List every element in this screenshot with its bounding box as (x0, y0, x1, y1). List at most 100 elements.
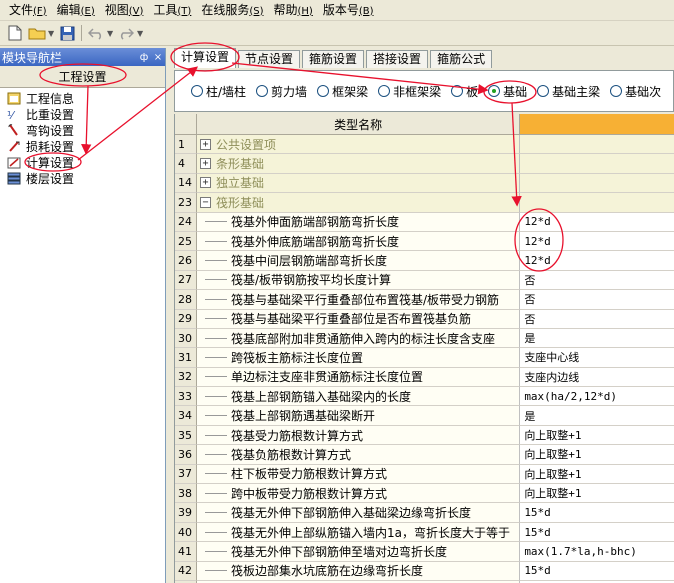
tab[interactable]: 节点设置 (238, 50, 301, 68)
setting-value-cell[interactable]: 支座中心线 (520, 348, 674, 368)
setting-value-cell[interactable]: 否 (520, 270, 674, 291)
setting-value-cell[interactable]: 12*d (520, 251, 674, 271)
close-icon[interactable]: × (151, 52, 165, 63)
tree-line (204, 279, 227, 281)
table-row[interactable]: 23− 筏形基础 (175, 193, 674, 213)
setting-value-cell[interactable]: max(ha/2,12*d) (520, 387, 674, 407)
setting-value-cell[interactable]: 15*d (520, 522, 674, 543)
menu-item[interactable]: 文件(F) (4, 1, 52, 20)
setting-value-cell[interactable]: 15*d (520, 561, 674, 581)
table-row[interactable]: 4 + 条形基础 (175, 154, 674, 174)
table-row[interactable]: 26 筏基中间层钢筋端部弯折长度 12*d (175, 251, 674, 271)
nav-item-weight[interactable]: ⅟ 比重设置 (0, 106, 165, 122)
table-row[interactable]: 25 筏基外伸底筋端部钢筋弯折长度 12*d (175, 231, 674, 252)
setting-value-cell[interactable]: 向上取整+1 (520, 484, 674, 504)
table-row[interactable]: 28 筏基与基础梁平行重叠部位布置筏基/板带受力钢筋 否 (175, 290, 674, 310)
radio-option[interactable]: 柱/墙柱 (191, 83, 246, 100)
tab[interactable]: 箍筋设置 (302, 50, 365, 68)
table-row[interactable]: 40 筏基无外伸上部纵筋锚入墙内1a，弯折长度大于等于 15*d (175, 522, 674, 543)
menu-item[interactable]: 工具(T) (148, 1, 196, 20)
setting-value-cell[interactable]: 15*d (520, 503, 674, 523)
tree-line (204, 318, 227, 320)
pin-icon[interactable]: ф (137, 52, 151, 63)
setting-value-cell[interactable]: 向上取整+1 (520, 445, 674, 465)
radio-option[interactable]: 基础主梁 (537, 83, 600, 100)
nav-item-project-info[interactable]: 工程信息 (0, 90, 165, 106)
tab[interactable]: 搭接设置 (366, 50, 429, 68)
radio-circle-icon[interactable] (191, 85, 203, 97)
menu-item-accelerator: (T) (177, 5, 192, 17)
tab[interactable]: 计算设置 (174, 48, 237, 68)
table-row[interactable]: 41 筏基无外伸下部钢筋伸至墙对边弯折长度 max(1.7*la,h-bhc) (175, 542, 674, 562)
open-folder-icon[interactable] (26, 23, 48, 43)
table-row[interactable]: 34 筏基上部钢筋遇基础梁断开 是 (175, 406, 674, 426)
setting-value-cell[interactable]: 向上取整+1 (520, 464, 674, 485)
radio-circle-icon[interactable] (537, 85, 550, 97)
menu-item[interactable]: 在线服务(S) (196, 1, 268, 20)
setting-value-cell[interactable]: 支座内边线 (520, 367, 674, 388)
table-row[interactable]: 35 筏基受力筋根数计算方式 向上取整+1 (175, 425, 674, 446)
setting-value-cell[interactable]: 是 (520, 328, 674, 349)
table-row[interactable]: 36 筏基负筋根数计算方式 向上取整+1 (175, 445, 674, 465)
setting-name-cell: 柱下板带受力筋根数计算方式 (196, 464, 521, 485)
table-row[interactable]: 31 跨筏板主筋标注长度位置 支座中心线 (175, 348, 674, 368)
radio-circle-icon[interactable] (488, 85, 501, 97)
table-row[interactable]: 42 筏板边部集水坑底筋在边缘弯折长度 15*d (175, 561, 674, 581)
table-row[interactable]: 27 筏基/板带钢筋按平均长度计算 否 (175, 270, 674, 291)
nav-item-hook[interactable]: 弯钩设置 (0, 122, 165, 138)
setting-value-cell[interactable]: max(1.7*la,h-bhc) (520, 542, 674, 562)
menu-item[interactable]: 帮助(H) (269, 1, 318, 20)
nav-item-floor[interactable]: 楼层设置 (0, 170, 165, 186)
tree-line (204, 376, 227, 378)
chevron-down-icon[interactable]: ▼ (107, 29, 115, 38)
project-settings-header[interactable]: 工程设置 (0, 66, 165, 88)
menu-item[interactable]: 编辑(E) (52, 1, 100, 20)
radio-option[interactable]: 基础次 (610, 83, 661, 100)
table-row[interactable]: 24 筏基外伸面筋端部钢筋弯折长度 12*d (175, 212, 674, 232)
new-file-icon[interactable] (4, 23, 26, 43)
table-row[interactable]: 39 筏基无外伸下部钢筋伸入基础梁边缘弯折长度 15*d (175, 503, 674, 523)
chevron-down-icon[interactable]: ▼ (137, 29, 145, 38)
radio-circle-icon[interactable] (378, 85, 391, 97)
grid-header: 类型名称 (175, 114, 674, 135)
collapse-icon[interactable]: − (199, 196, 211, 208)
undo-icon[interactable] (85, 23, 107, 43)
table-row[interactable]: 38 跨中板带受力筋根数计算方式 向上取整+1 (175, 484, 674, 504)
menu-item[interactable]: 版本号(B) (318, 1, 379, 20)
table-row[interactable]: 37 柱下板带受力筋根数计算方式 向上取整+1 (175, 464, 674, 485)
radio-option[interactable]: 非框架梁 (378, 83, 441, 100)
setting-name: 筏基无外伸下部钢筋伸入基础梁边缘弯折长度 (230, 506, 471, 521)
radio-option[interactable]: 框架梁 (317, 83, 368, 100)
radio-circle-icon[interactable] (256, 85, 269, 97)
setting-value-cell[interactable]: 否 (520, 290, 674, 310)
table-row[interactable]: 29 筏基与基础梁平行重叠部位是否布置筏基负筋 否 (175, 309, 674, 329)
radio-circle-icon[interactable] (610, 85, 623, 97)
menu-item[interactable]: 视图(V) (100, 1, 149, 20)
setting-value-cell[interactable]: 否 (520, 309, 674, 329)
save-icon[interactable] (56, 23, 78, 43)
nav-item-loss[interactable]: 损耗设置 (0, 138, 165, 154)
table-row[interactable]: 33 筏基上部钢筋锚入基础梁内的长度 max(ha/2,12*d) (175, 387, 674, 407)
nav-item-calc[interactable]: 计算设置 (0, 154, 165, 170)
radio-circle-icon[interactable] (317, 85, 330, 97)
expand-icon[interactable]: + (199, 158, 211, 170)
radio-option[interactable]: 板 (451, 83, 478, 100)
setting-value-cell[interactable]: 12*d (520, 231, 674, 252)
table-row[interactable]: 32 单边标注支座非贯通筋标注长度位置 支座内边线 (175, 367, 674, 388)
expand-icon[interactable]: + (199, 138, 211, 150)
table-row[interactable]: 30 筏基底部附加非贯通筋伸入跨内的标注长度含支座 是 (175, 328, 674, 349)
setting-value-cell[interactable]: 12*d (520, 212, 674, 232)
redo-icon[interactable] (115, 23, 137, 43)
tab[interactable]: 箍筋公式 (430, 50, 493, 68)
table-row[interactable]: 14 + 独立基础 (175, 173, 674, 194)
radio-circle-icon[interactable] (451, 85, 464, 97)
table-row[interactable]: 1 + 公共设置项 (175, 135, 674, 155)
setting-name-cell: 筏基与基础梁平行重叠部位布置筏基/板带受力钢筋 (196, 290, 521, 310)
chevron-down-icon[interactable]: ▼ (48, 29, 56, 38)
expand-icon[interactable]: + (199, 177, 211, 189)
setting-value-cell[interactable]: 是 (520, 406, 674, 426)
setting-value-cell[interactable]: 向上取整+1 (520, 425, 674, 446)
radio-option[interactable]: 基础 (488, 83, 527, 100)
setting-value-cell (520, 193, 674, 213)
radio-option[interactable]: 剪力墙 (256, 83, 307, 100)
